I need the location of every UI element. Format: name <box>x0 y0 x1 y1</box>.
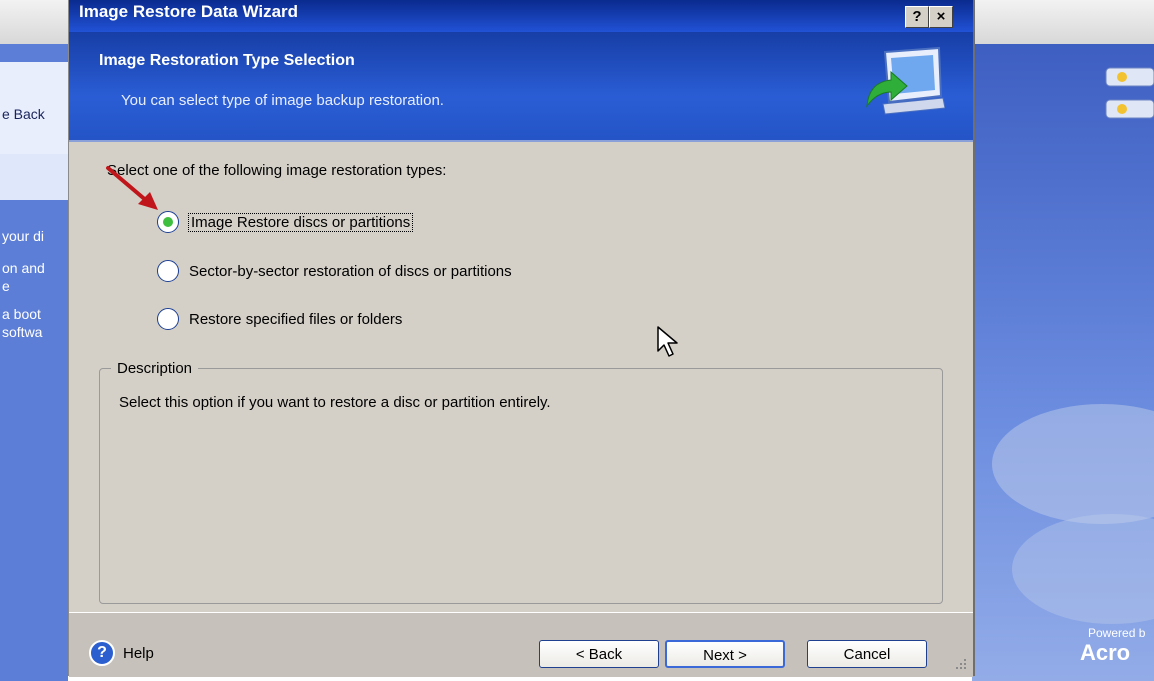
powered-by-text: Powered b <box>1088 626 1146 640</box>
background-left-text-2: your di <box>2 228 45 244</box>
radio-restore-files[interactable] <box>157 308 179 330</box>
option-label-restore-files[interactable]: Restore specified files or folders <box>189 311 402 328</box>
annotation-arrow-icon <box>106 166 158 210</box>
disc-stack-icon <box>1105 67 1154 119</box>
close-button[interactable]: × <box>929 6 953 28</box>
background-left-panel-section-2 <box>0 154 68 200</box>
dialog-title: Image Restore Data Wizard <box>79 2 299 21</box>
option-label-sector-by-sector[interactable]: Sector-by-sector restoration of discs or… <box>189 263 512 280</box>
option-restore-files[interactable]: Restore specified files or folders <box>157 305 402 333</box>
description-title: Description <box>111 360 199 377</box>
radio-selected-dot <box>163 217 173 227</box>
wizard-header: Image Restoration Type Selection You can… <box>69 32 973 142</box>
option-sector-by-sector[interactable]: Sector-by-sector restoration of discs or… <box>157 257 512 285</box>
background-right-panel <box>972 44 1154 681</box>
acronis-logo-text: Acro <box>1080 640 1131 665</box>
radio-image-restore[interactable] <box>157 211 179 233</box>
resize-grip-icon[interactable] <box>953 656 967 670</box>
background-left-text-3: on and <box>2 260 45 276</box>
option-label-image-restore[interactable]: Image Restore discs or partitions <box>187 212 414 232</box>
help-title-button[interactable]: ? <box>905 6 929 28</box>
help-icon[interactable]: ? <box>89 640 115 666</box>
cancel-button[interactable]: Cancel <box>807 640 927 668</box>
header-subtitle: You can select type of image backup rest… <box>121 92 444 109</box>
mouse-cursor-icon <box>657 326 678 357</box>
hard-disk-illustration <box>992 404 1154 524</box>
background-left-text-6: softwa <box>2 324 43 340</box>
background-left-panel <box>0 44 68 681</box>
option-image-restore[interactable]: Image Restore discs or partitions <box>157 208 414 236</box>
next-button[interactable]: Next > <box>665 640 785 668</box>
help-link[interactable]: Help <box>123 645 154 662</box>
header-title: Image Restoration Type Selection <box>99 52 355 69</box>
background-left-text-4: e <box>2 278 10 294</box>
restore-monitor-icon <box>866 46 945 115</box>
wizard-dialog: Image Restore Data Wizard ? × Image Rest… <box>68 0 975 677</box>
hard-disk-illustration-2 <box>1012 514 1154 624</box>
description-text: Select this option if you want to restor… <box>119 394 551 411</box>
background-left-text-5: a boot <box>2 306 41 322</box>
background-left-text-1: e Back <box>2 106 45 122</box>
radio-sector-by-sector[interactable] <box>157 260 179 282</box>
back-button[interactable]: < Back <box>539 640 659 668</box>
dialog-title-bar[interactable]: Image Restore Data Wizard ? × <box>69 0 973 32</box>
